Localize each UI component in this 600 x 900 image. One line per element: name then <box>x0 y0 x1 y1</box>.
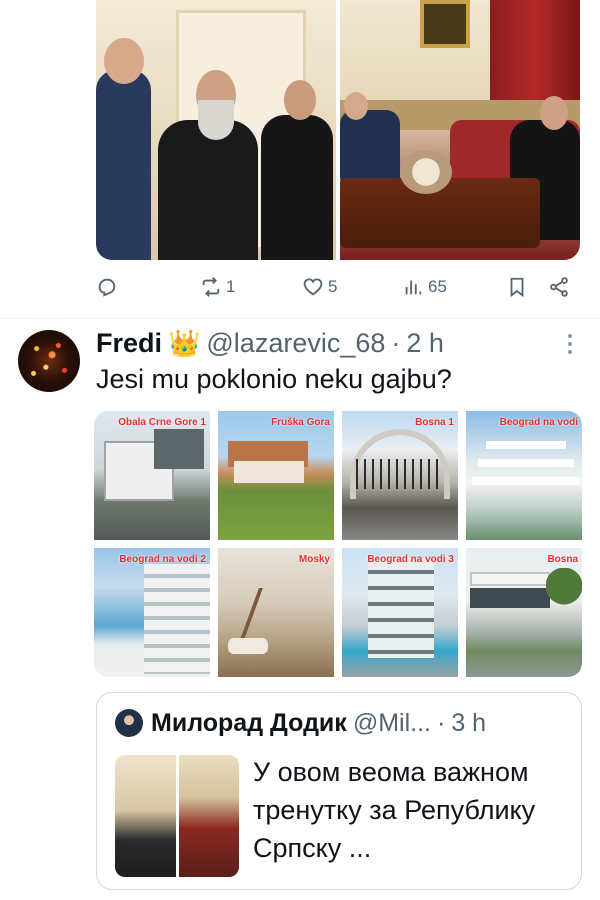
share-icon <box>550 277 568 297</box>
quoted-separator-dot: · <box>436 708 446 737</box>
retweet-button[interactable]: 1 <box>200 272 235 302</box>
timestamp[interactable]: 2 h <box>406 328 444 359</box>
reply-icon <box>98 278 116 297</box>
like-button[interactable]: 5 <box>302 272 337 302</box>
grid-label: Beograd na vodi 2 <box>119 554 206 565</box>
grid-image-4[interactable]: Beograd na vodi <box>466 411 582 540</box>
grid-image-6[interactable]: Mosky <box>218 548 334 677</box>
grid-image-8[interactable]: Bosna <box>466 548 582 677</box>
quoted-tweet-text: У овом веома важном тренутку за Републик… <box>253 757 536 863</box>
reply-button[interactable] <box>96 272 122 302</box>
tweet-text: Jesi mu poklonio neku gajbu? <box>96 364 452 394</box>
grid-image-2[interactable]: Fruška Gora <box>218 411 334 540</box>
quoted-tweet-header: Милорад Додик @Mil... · 3 h <box>151 707 486 739</box>
grid-label: Bosna 1 <box>415 417 454 428</box>
more-options-icon[interactable] <box>560 332 580 356</box>
quoted-display-name: Милорад Додик <box>151 708 347 737</box>
grid-image-5[interactable]: Beograd na vodi 2 <box>94 548 210 677</box>
quoted-timestamp: 3 h <box>451 708 487 737</box>
avatar[interactable] <box>18 330 80 392</box>
grid-label: Mosky <box>298 554 330 565</box>
grid-label: Obala Crne Gore 1 <box>118 417 206 428</box>
views-count: 65 <box>428 277 447 296</box>
media-photo-meeting-standing[interactable] <box>96 0 336 260</box>
like-count: 5 <box>328 277 338 296</box>
bookmark-button[interactable] <box>506 272 528 302</box>
grid-label: Fruška Gora <box>271 417 330 428</box>
views-button[interactable]: 65 <box>402 272 447 302</box>
quoted-tweet[interactable]: Милорад Додик @Mil... · 3 h У овом веома… <box>96 692 582 890</box>
tweet-actions: 1 5 65 <box>96 272 580 302</box>
retweet-icon <box>202 277 220 297</box>
property-image-grid[interactable]: Obala Crne Gore 1 Fruška Gora Bosna 1 Be… <box>94 411 582 677</box>
quoted-avatar[interactable] <box>115 709 143 737</box>
grid-image-7[interactable]: Beograd na vodi 3 <box>342 548 458 677</box>
tweet-divider <box>0 318 600 319</box>
media-photo-meeting-seated[interactable] <box>340 0 580 260</box>
tweet-header: Fredi 👑 @lazarevic_68 · 2 h <box>96 326 444 360</box>
grid-label: Bosna <box>547 554 578 565</box>
quoted-media-photo-2 <box>178 755 239 877</box>
share-button[interactable] <box>548 272 570 302</box>
retweet-count: 1 <box>226 277 236 296</box>
grid-label: Beograd na vodi 3 <box>367 554 454 565</box>
avatar-image <box>18 330 80 392</box>
heart-icon <box>303 278 323 296</box>
grid-label: Beograd na vodi <box>499 417 578 428</box>
quoted-user-handle: @Mil... <box>352 708 431 737</box>
display-name[interactable]: Fredi <box>96 328 162 359</box>
crown-emoji: 👑 <box>168 327 201 358</box>
tweet-media[interactable] <box>96 0 580 260</box>
separator-dot: · <box>391 327 401 358</box>
quoted-media-photo-1 <box>115 755 176 877</box>
quoted-media[interactable] <box>115 755 239 877</box>
grid-image-3[interactable]: Bosna 1 <box>342 411 458 540</box>
views-icon <box>405 280 422 295</box>
bookmark-icon <box>510 277 524 298</box>
user-handle[interactable]: @lazarevic_68 <box>206 328 385 359</box>
grid-image-1[interactable]: Obala Crne Gore 1 <box>94 411 210 540</box>
